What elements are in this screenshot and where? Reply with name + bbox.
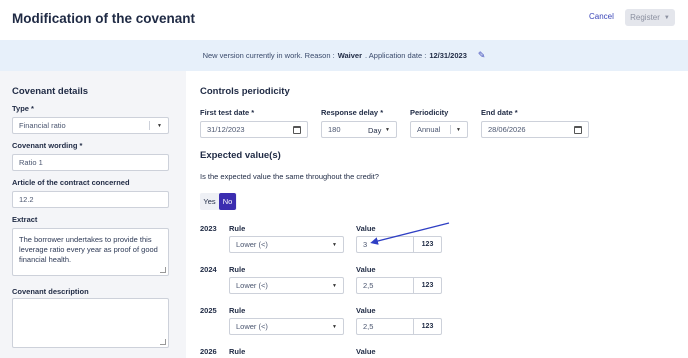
annotation-arrow <box>370 222 450 245</box>
